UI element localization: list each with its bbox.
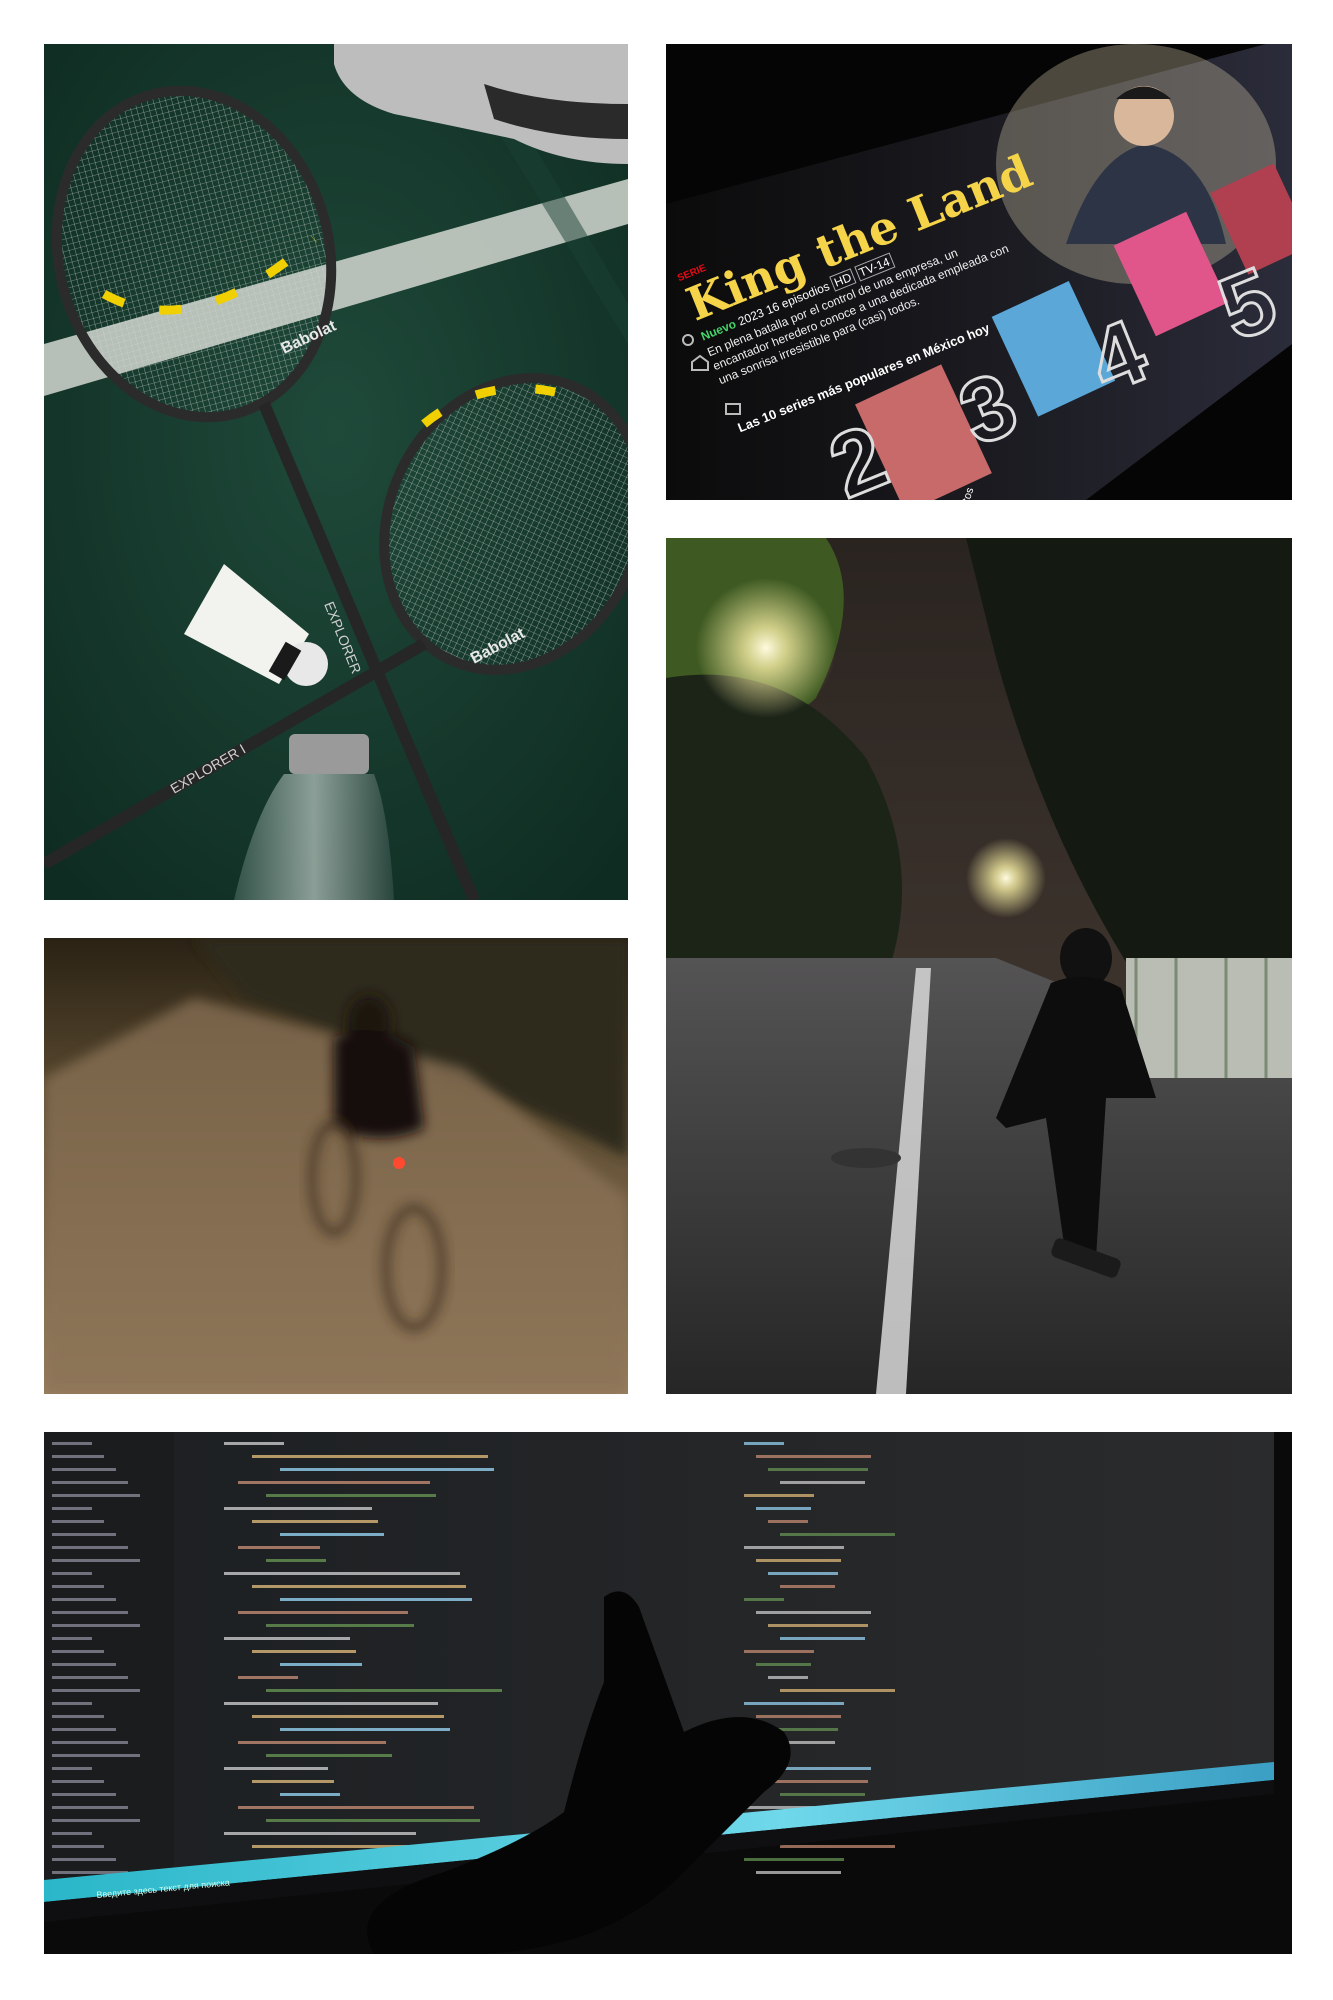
- code-line: [756, 1663, 811, 1666]
- code-line: [266, 1754, 392, 1757]
- file-tree-item[interactable]: [52, 1819, 140, 1822]
- file-tree-item[interactable]: [52, 1520, 104, 1523]
- code-line: [224, 1702, 438, 1705]
- code-line: [266, 1559, 326, 1562]
- file-tree-item[interactable]: [52, 1624, 140, 1627]
- file-tree-item[interactable]: [52, 1689, 140, 1692]
- code-line: [744, 1598, 784, 1601]
- code-line: [780, 1637, 865, 1640]
- file-tree-item[interactable]: [52, 1858, 116, 1861]
- photo-badminton: EXPLORER I Babolat Babolat EXPLORER I: [44, 44, 628, 900]
- file-tree-item[interactable]: [52, 1611, 128, 1614]
- code-line: [224, 1767, 328, 1770]
- code-line: [252, 1715, 444, 1718]
- photo-night-cyclist: [44, 938, 628, 1394]
- file-tree-item[interactable]: [52, 1832, 92, 1835]
- code-line: [780, 1793, 865, 1796]
- code-line: [266, 1689, 502, 1692]
- file-tree-item[interactable]: [52, 1637, 92, 1640]
- code-line: [224, 1637, 350, 1640]
- file-tree-item[interactable]: [52, 1793, 116, 1796]
- code-line: [238, 1481, 430, 1484]
- code-line: [744, 1858, 844, 1861]
- code-line: [252, 1520, 378, 1523]
- code-line: [238, 1741, 386, 1744]
- code-line: [238, 1546, 320, 1549]
- code-line: [266, 1494, 436, 1497]
- code-line: [238, 1676, 298, 1679]
- file-tree-item[interactable]: [52, 1676, 128, 1679]
- file-tree-item[interactable]: [52, 1507, 92, 1510]
- code-line: [238, 1611, 408, 1614]
- code-line: [224, 1572, 460, 1575]
- code-line: [280, 1663, 362, 1666]
- code-line: [252, 1650, 356, 1653]
- file-tree-item[interactable]: [52, 1728, 116, 1731]
- file-tree-item[interactable]: [52, 1468, 116, 1471]
- file-tree-item[interactable]: [52, 1442, 92, 1445]
- file-tree-item[interactable]: [52, 1741, 128, 1744]
- code-line: [780, 1845, 895, 1848]
- photo-night-street: [666, 538, 1292, 1394]
- code-line: [224, 1442, 284, 1445]
- code-line: [756, 1559, 841, 1562]
- file-tree-item[interactable]: [52, 1494, 140, 1497]
- code-line: [252, 1780, 334, 1783]
- code-line: [756, 1871, 841, 1874]
- code-line: [224, 1832, 416, 1835]
- file-tree-item[interactable]: [52, 1806, 128, 1809]
- code-line: [780, 1689, 895, 1692]
- code-line: [224, 1507, 372, 1510]
- code-line: [280, 1728, 450, 1731]
- file-tree-item[interactable]: [52, 1546, 128, 1549]
- code-line: [744, 1546, 844, 1549]
- code-line: [780, 1585, 835, 1588]
- code-line: [266, 1819, 480, 1822]
- file-tree-item[interactable]: [52, 1533, 116, 1536]
- code-line: [744, 1650, 814, 1653]
- code-line: [780, 1533, 895, 1536]
- code-line: [280, 1598, 472, 1601]
- code-line: [756, 1715, 841, 1718]
- file-tree-item[interactable]: [52, 1481, 128, 1484]
- file-tree-item[interactable]: [52, 1455, 104, 1458]
- file-tree-item[interactable]: [52, 1559, 140, 1562]
- code-line: [768, 1780, 868, 1783]
- code-line: [280, 1533, 384, 1536]
- file-tree-item[interactable]: [52, 1572, 92, 1575]
- file-tree-item[interactable]: [52, 1767, 92, 1770]
- code-line: [768, 1468, 868, 1471]
- code-line: [280, 1468, 494, 1471]
- code-line: [768, 1676, 808, 1679]
- code-line: [238, 1806, 474, 1809]
- code-line: [768, 1520, 808, 1523]
- file-tree-item[interactable]: [52, 1598, 116, 1601]
- file-tree-item[interactable]: [52, 1845, 104, 1848]
- code-line: [280, 1793, 340, 1796]
- file-tree-item[interactable]: [52, 1650, 104, 1653]
- code-line: [768, 1624, 868, 1627]
- photo-code-monitor: Введите здесь текст для поиска: [44, 1432, 1292, 1954]
- code-line: [744, 1494, 814, 1497]
- file-tree-item[interactable]: [52, 1754, 140, 1757]
- code-line: [768, 1572, 838, 1575]
- file-tree-item[interactable]: [52, 1715, 104, 1718]
- code-line: [756, 1455, 871, 1458]
- file-tree-item[interactable]: [52, 1702, 92, 1705]
- code-line: [252, 1585, 466, 1588]
- code-line: [744, 1702, 844, 1705]
- code-line: [744, 1442, 784, 1445]
- file-tree-item[interactable]: [52, 1585, 104, 1588]
- file-tree-item[interactable]: [52, 1663, 116, 1666]
- code-line: [780, 1481, 865, 1484]
- code-line: [756, 1611, 871, 1614]
- photo-tv-streaming: SERIE King the Land Nuevo 2023 16 episod…: [666, 44, 1292, 500]
- code-line: [252, 1455, 488, 1458]
- code-line: [266, 1624, 414, 1627]
- file-tree-item[interactable]: [52, 1780, 104, 1783]
- code-line: [756, 1507, 811, 1510]
